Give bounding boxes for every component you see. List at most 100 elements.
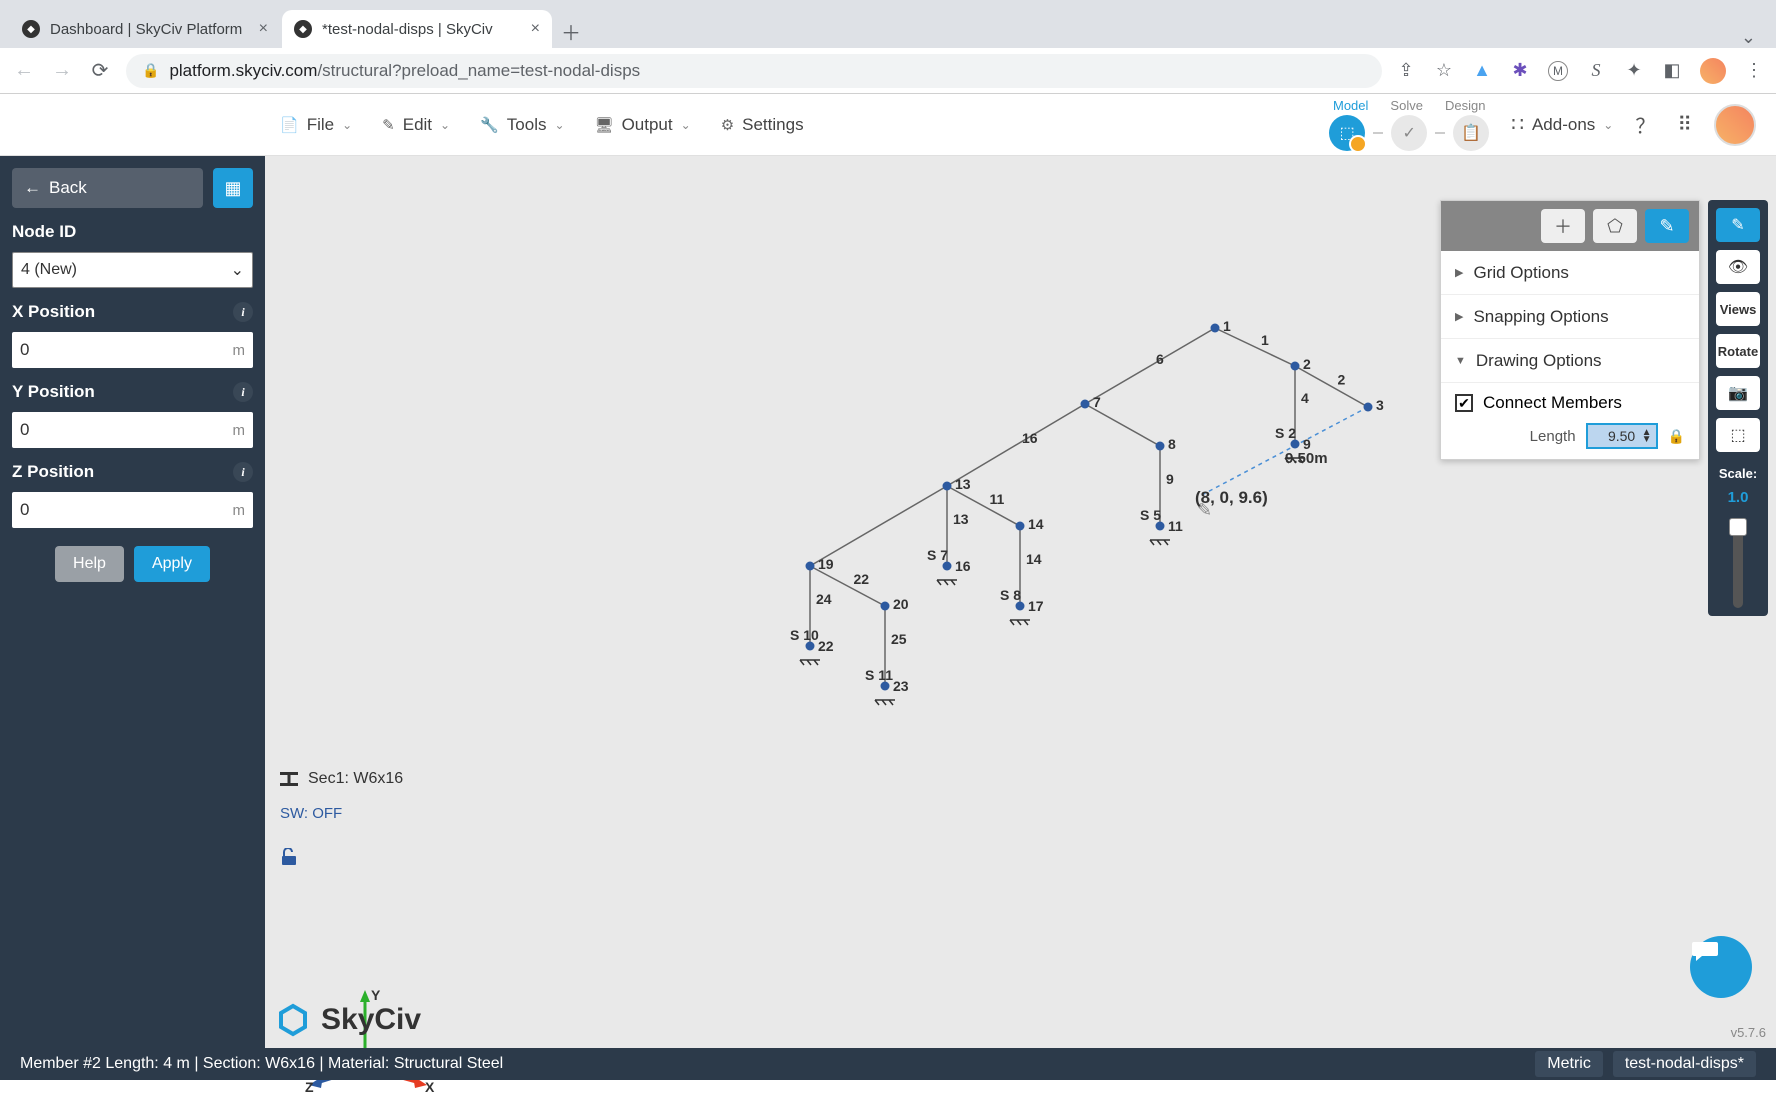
addons-button[interactable]: ∷Add-ons⌄ [1511, 112, 1613, 137]
help-icon[interactable]: ？ [1635, 110, 1655, 139]
menu-output[interactable]: 🖥Output⌄ [595, 115, 691, 135]
views-button[interactable]: Views [1716, 292, 1760, 326]
svg-text:S 8: S 8 [1000, 587, 1021, 603]
file-icon: 📄 [280, 116, 299, 134]
back-icon[interactable]: ← [12, 59, 36, 82]
help-button[interactable]: Help [55, 546, 124, 582]
z-axis-label: Z [305, 1079, 314, 1095]
button-label: Help [73, 555, 106, 573]
mode-tabs: Model Solve Design ⬚ ✓ 📋 [1329, 98, 1489, 151]
row-label: Drawing Options [1476, 351, 1602, 371]
info-icon[interactable]: i [233, 382, 253, 402]
forward-icon[interactable]: → [50, 59, 74, 82]
zpos-label: Z Positioni [12, 462, 253, 482]
sw-status: SW: OFF [280, 805, 342, 822]
url-host: platform.skyciv.com [169, 61, 317, 80]
mode-model-button[interactable]: ⬚ [1329, 115, 1365, 151]
drawing-options-row[interactable]: ▼Drawing Options [1441, 339, 1699, 383]
eye-button[interactable]: 👁 [1716, 250, 1760, 284]
apply-button[interactable]: Apply [134, 546, 210, 582]
svg-text:7: 7 [1093, 394, 1101, 410]
add-tool-button[interactable]: ＋ [1541, 209, 1585, 243]
chat-button[interactable] [1690, 936, 1752, 998]
status-text: Member #2 Length: 4 m | Section: W6x16 |… [20, 1055, 503, 1073]
camera-button[interactable]: 📷 [1716, 376, 1760, 410]
connect-members-checkbox[interactable]: ✔ [1455, 394, 1473, 412]
ext1-icon[interactable]: ▲ [1472, 60, 1492, 81]
extensions-icon[interactable]: ✦ [1624, 60, 1644, 81]
back-button[interactable]: ←Back [12, 168, 203, 208]
button-label: Views [1720, 302, 1757, 317]
datasheet-button[interactable]: ▦ [213, 168, 253, 208]
box-tool-button[interactable]: ⬠ [1593, 209, 1637, 243]
button-label: Rotate [1718, 344, 1758, 359]
sidepanel-icon[interactable]: ◧ [1662, 60, 1682, 81]
back-label: Back [49, 178, 87, 198]
left-panel: ←Back ▦ Node ID 4 (New)⌄ X Positioni 0m … [0, 156, 265, 1048]
menu-file[interactable]: 📄File⌄ [280, 115, 352, 135]
tab-label: Dashboard | SkyCiv Platform [50, 21, 242, 38]
svg-text:S 5: S 5 [1140, 507, 1161, 523]
cube-button[interactable]: ⬚ [1716, 418, 1760, 452]
version-label: v5.7.6 [1731, 1025, 1766, 1040]
menu-tools[interactable]: 🔧Tools⌄ [480, 115, 564, 135]
grid-options-row[interactable]: ▶Grid Options [1441, 251, 1699, 295]
slider-thumb[interactable] [1729, 518, 1747, 536]
new-tab-button[interactable]: ＋ [554, 14, 588, 48]
label-text: X Position [12, 302, 95, 322]
xpos-input[interactable]: 0m [12, 332, 253, 368]
svg-text:13: 13 [953, 511, 969, 527]
close-icon[interactable]: × [531, 20, 540, 38]
skyciv-logo: SkyCiv [275, 1002, 421, 1038]
logo-icon [275, 1002, 311, 1038]
snap-options-row[interactable]: ▶Snapping Options [1441, 295, 1699, 339]
profile-avatar[interactable] [1700, 58, 1726, 84]
units-button[interactable]: Metric [1535, 1051, 1603, 1077]
chevron-down-icon: ⌄ [342, 118, 352, 132]
lock-icon[interactable]: 🔒 [1668, 428, 1685, 445]
ypos-input[interactable]: 0m [12, 412, 253, 448]
zpos-input[interactable]: 0m [12, 492, 253, 528]
filename-chip[interactable]: test-nodal-disps* [1613, 1051, 1756, 1077]
canvas[interactable]: 124691611131422242512378S 29S 5111314S 7… [265, 156, 1776, 1048]
menu-edit[interactable]: ✎Edit⌄ [382, 115, 450, 135]
close-icon[interactable]: × [259, 20, 268, 38]
pen-tool-button[interactable]: ✎ [1645, 209, 1689, 243]
unit-label: m [233, 422, 246, 439]
ext3-icon[interactable]: M [1548, 61, 1568, 81]
tab-nodal-disps[interactable]: ◆ *test-nodal-disps | SkyCiv × [282, 10, 552, 48]
share-icon[interactable]: ⇪ [1396, 60, 1416, 81]
tab-dashboard[interactable]: ◆ Dashboard | SkyCiv Platform × [10, 10, 280, 48]
scale-slider[interactable] [1733, 518, 1743, 608]
mode-solve-button[interactable]: ✓ [1391, 115, 1427, 151]
chevron-down-icon: ⌄ [1603, 118, 1613, 132]
triangle-right-icon: ▶ [1455, 310, 1463, 323]
svg-text:2: 2 [1303, 356, 1311, 372]
pen-button[interactable]: ✎ [1716, 208, 1760, 242]
ext4-icon[interactable]: S [1586, 60, 1606, 81]
length-hint: 9.50m [1285, 450, 1328, 467]
mode-design-button[interactable]: 📋 [1453, 115, 1489, 151]
apps-icon[interactable]: ⠿ [1677, 112, 1692, 137]
rotate-button[interactable]: Rotate [1716, 334, 1760, 368]
user-avatar[interactable] [1714, 104, 1756, 146]
menu-icon[interactable]: ⋮ [1744, 60, 1764, 81]
ypos-label: Y Positioni [12, 382, 253, 402]
select-value: 4 (New) [21, 261, 77, 279]
menu-settings[interactable]: ⚙Settings [721, 115, 804, 135]
star-icon[interactable]: ☆ [1434, 60, 1454, 81]
url-input[interactable]: 🔒 platform.skyciv.com/structural?preload… [126, 54, 1382, 88]
spinner-icon[interactable]: ▲▼ [1642, 429, 1652, 443]
svg-text:4: 4 [1301, 390, 1309, 406]
length-input[interactable]: 9.50▲▼ [1586, 423, 1658, 449]
ext2-icon[interactable]: ✱ [1510, 60, 1530, 81]
node-id-select[interactable]: 4 (New)⌄ [12, 252, 253, 288]
node-id-label: Node ID [12, 222, 253, 242]
info-icon[interactable]: i [233, 302, 253, 322]
logo-text: SkyCiv [321, 1003, 421, 1037]
reload-icon[interactable]: ⟳ [88, 58, 112, 83]
info-icon[interactable]: i [233, 462, 253, 482]
tabs-dropdown-icon[interactable]: ⌄ [1741, 27, 1776, 48]
svg-text:11: 11 [990, 491, 1005, 507]
input-value: 0 [20, 340, 29, 360]
